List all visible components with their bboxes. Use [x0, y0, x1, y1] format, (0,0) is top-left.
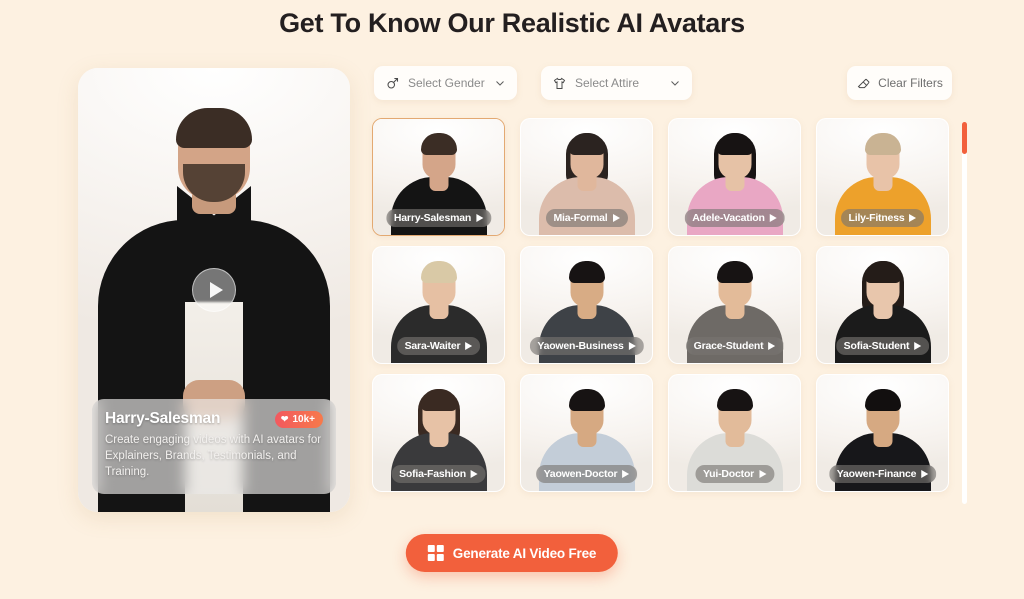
- generate-ai-video-label: Generate AI Video Free: [452, 545, 597, 561]
- filter-bar: Select Gender Select Attire Clear Filter…: [374, 66, 952, 100]
- preview-info-overlay: Harry-Salesman ❤ 10k+ Create engaging vi…: [92, 399, 336, 494]
- avatar-card[interactable]: Grace-Student: [668, 246, 801, 364]
- avatar-card[interactable]: Harry-Salesman: [372, 118, 505, 236]
- play-icon: [759, 470, 767, 478]
- avatar-grid-container: Harry-Salesman Mia-Formal Adele-Vacation Li…: [372, 118, 952, 506]
- avatar-name-pill[interactable]: Lily-Fitness: [840, 209, 925, 227]
- clear-filters-label: Clear Filters: [878, 76, 943, 90]
- avatar-name: Grace-Student: [693, 340, 764, 352]
- avatar-name-pill[interactable]: Adele-Vacation: [684, 209, 785, 227]
- likes-count: 10k+: [292, 413, 315, 425]
- avatar-card[interactable]: Sara-Waiter: [372, 246, 505, 364]
- avatar-name: Yaowen-Finance: [836, 468, 917, 480]
- avatar-figure-hairtop: [864, 133, 901, 155]
- avatar-card[interactable]: Sofia-Fashion: [372, 374, 505, 492]
- play-icon: [628, 342, 636, 350]
- avatar-name-pill[interactable]: Yui-Doctor: [694, 465, 775, 483]
- avatar-figure-hairtop: [716, 133, 753, 155]
- chevron-down-icon: [496, 81, 504, 86]
- avatar-name-pill[interactable]: Grace-Student: [685, 337, 784, 355]
- avatar-card[interactable]: Yaowen-Business: [520, 246, 653, 364]
- avatar-name-pill[interactable]: Mia-Formal: [545, 209, 628, 227]
- avatar-name: Adele-Vacation: [692, 212, 765, 224]
- avatar-card[interactable]: Mia-Formal: [520, 118, 653, 236]
- male-symbol-icon: [387, 77, 399, 89]
- generate-ai-video-button[interactable]: Generate AI Video Free: [405, 534, 619, 572]
- gender-filter-label: Select Gender: [408, 76, 485, 90]
- avatar-name-pill[interactable]: Sofia-Fashion: [391, 465, 486, 483]
- attire-filter-dropdown[interactable]: Select Attire: [541, 66, 692, 100]
- heart-icon: ❤: [280, 413, 289, 424]
- eraser-icon: [857, 78, 870, 88]
- avatar-name: Yaowen-Business: [537, 340, 624, 352]
- avatar-figure-hairtop: [420, 261, 457, 283]
- preview-description: Create engaging videos with AI avatars f…: [105, 434, 322, 479]
- avatar-card[interactable]: Lily-Fitness: [816, 118, 949, 236]
- avatar-card[interactable]: Yaowen-Doctor: [520, 374, 653, 492]
- page-title: Get To Know Our Realistic AI Avatars: [279, 8, 745, 38]
- avatar-figure-hairtop: [864, 389, 901, 411]
- windows-grid-icon: [427, 545, 444, 561]
- play-icon: [914, 342, 922, 350]
- tshirt-icon: [553, 77, 566, 89]
- avatar-figure-hairtop: [568, 133, 605, 155]
- play-icon: [768, 342, 776, 350]
- avatar-name-pill[interactable]: Sofia-Student: [835, 337, 930, 355]
- preview-figure-hair: [176, 108, 252, 148]
- avatar-name: Harry-Salesman: [393, 212, 472, 224]
- avatar-name-pill[interactable]: Sara-Waiter: [396, 337, 481, 355]
- play-icon: [465, 342, 473, 350]
- avatar-name-pill[interactable]: Yaowen-Business: [529, 337, 644, 355]
- play-icon: [909, 214, 917, 222]
- grid-scrollbar-thumb[interactable]: [962, 122, 967, 154]
- play-icon: [612, 214, 620, 222]
- avatar-name-pill[interactable]: Harry-Salesman: [385, 209, 492, 227]
- avatar-card[interactable]: Adele-Vacation: [668, 118, 801, 236]
- play-icon: [769, 214, 777, 222]
- avatar-name: Mia-Formal: [553, 212, 608, 224]
- avatar-preview-card[interactable]: Harry-Salesman ❤ 10k+ Create engaging vi…: [78, 68, 350, 512]
- avatar-name: Sara-Waiter: [404, 340, 461, 352]
- avatar-gallery-page: Get To Know Our Realistic AI Avatars Har…: [0, 0, 1024, 599]
- avatar-name: Yaowen-Doctor: [543, 468, 618, 480]
- grid-scrollbar[interactable]: [962, 122, 967, 504]
- avatar-name-pill[interactable]: Yaowen-Doctor: [535, 465, 638, 483]
- avatar-card[interactable]: Sofia-Student: [816, 246, 949, 364]
- avatar-figure-hairtop: [716, 389, 753, 411]
- preview-play-button[interactable]: [192, 268, 236, 312]
- avatar-figure-hairtop: [568, 389, 605, 411]
- avatar-card[interactable]: Yaowen-Finance: [816, 374, 949, 492]
- avatar-figure-hairtop: [864, 261, 901, 283]
- avatar-name: Sofia-Fashion: [399, 468, 466, 480]
- avatar-name: Sofia-Student: [843, 340, 910, 352]
- avatar-figure-hairtop: [420, 133, 457, 155]
- avatar-name: Lily-Fitness: [848, 212, 905, 224]
- play-icon: [921, 470, 929, 478]
- avatar-grid: Harry-Salesman Mia-Formal Adele-Vacation Li…: [372, 118, 952, 492]
- avatar-figure-hairtop: [420, 389, 457, 411]
- avatar-figure-hairtop: [568, 261, 605, 283]
- gender-filter-dropdown[interactable]: Select Gender: [374, 66, 517, 100]
- avatar-name: Yui-Doctor: [702, 468, 755, 480]
- preview-avatar-name: Harry-Salesman: [105, 410, 221, 428]
- avatar-card[interactable]: Yui-Doctor: [668, 374, 801, 492]
- likes-badge: ❤ 10k+: [274, 410, 323, 428]
- clear-filters-button[interactable]: Clear Filters: [847, 66, 952, 100]
- avatar-figure-hairtop: [716, 261, 753, 283]
- play-icon: [622, 470, 630, 478]
- play-icon: [470, 470, 478, 478]
- play-icon: [209, 282, 223, 298]
- chevron-down-icon: [671, 81, 679, 86]
- play-icon: [476, 214, 484, 222]
- avatar-name-pill[interactable]: Yaowen-Finance: [828, 465, 937, 483]
- attire-filter-label: Select Attire: [575, 76, 640, 90]
